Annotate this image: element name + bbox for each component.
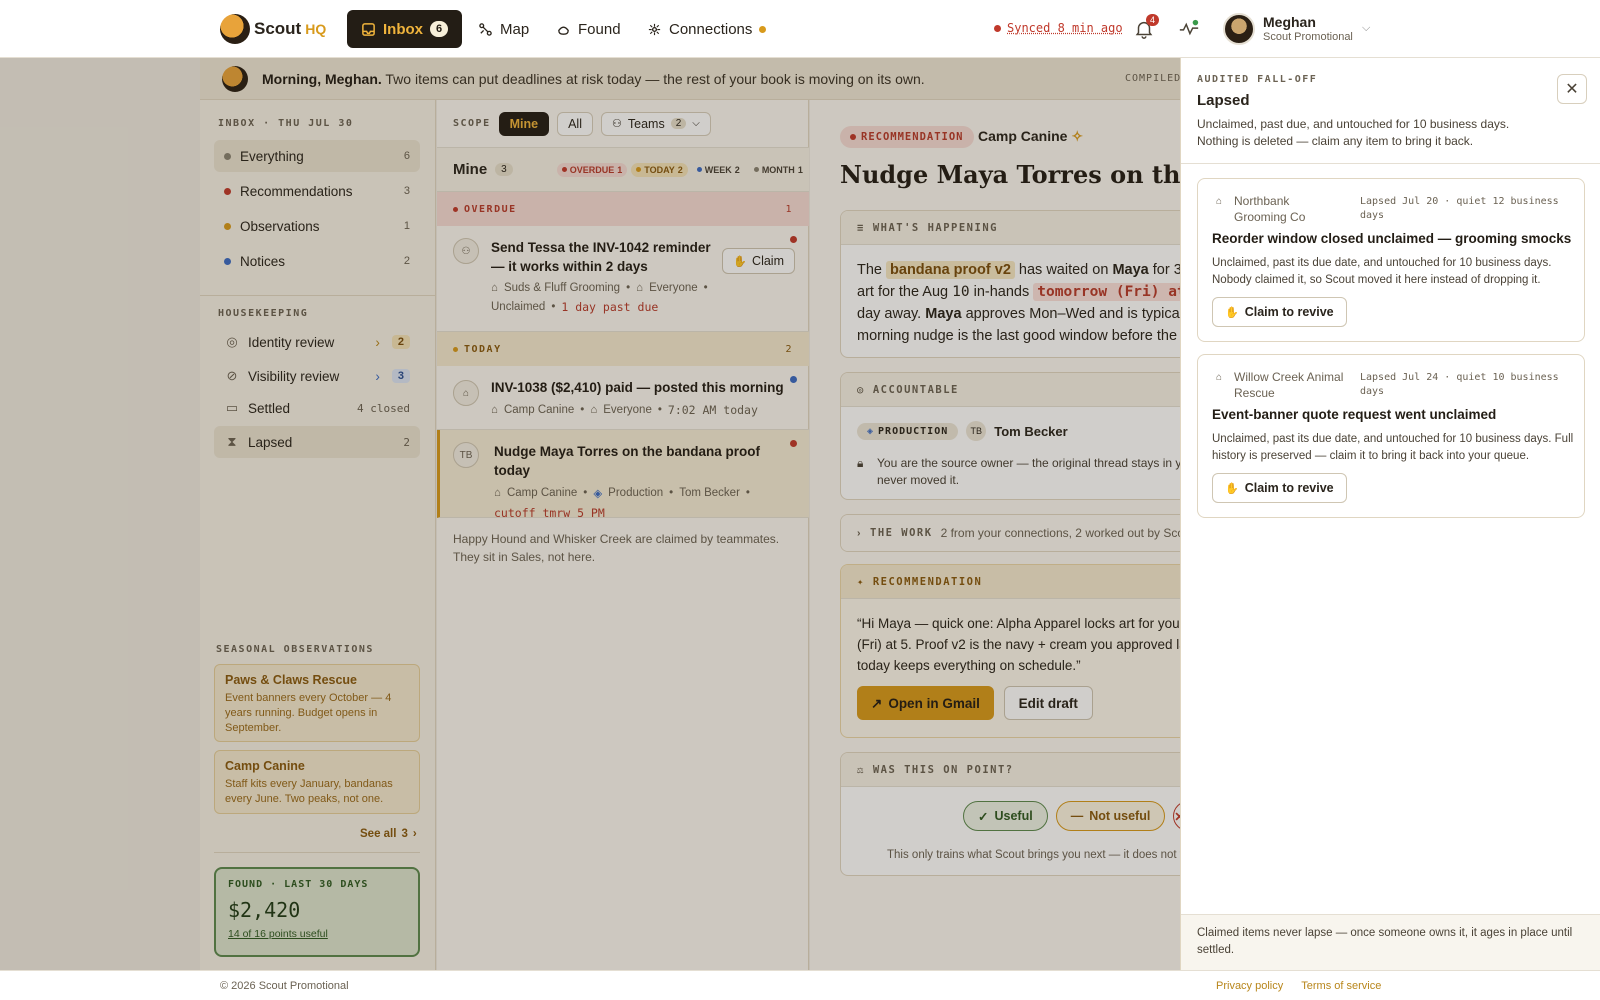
lapsed-desc: Unclaimed, past its due date, and untouc… xyxy=(1212,433,1574,462)
tab-inbox[interactable]: Inbox 6 xyxy=(347,10,463,48)
tab-found-label: Found xyxy=(578,20,621,38)
tab-found[interactable]: Found xyxy=(542,10,635,48)
claim-to-revive-button[interactable]: ✋ Claim to revive xyxy=(1212,473,1347,503)
drawer-desc: Unclaimed, past due, and untouched for 1… xyxy=(1197,117,1510,148)
map-route-icon xyxy=(479,22,492,36)
lapsed-item: ⌂ Willow Creek Animal Rescue Lapsed Jul 2… xyxy=(1197,354,1585,518)
lapsed-when: Lapsed Jul 24 · quiet 10 business days xyxy=(1360,372,1559,397)
tab-inbox-label: Inbox xyxy=(383,20,423,38)
user-org: Scout Promotional xyxy=(1263,31,1353,43)
sync-status[interactable]: Synced 8 min ago xyxy=(994,21,1123,35)
close-icon: ✕ xyxy=(1565,81,1579,98)
activity-pulse-icon[interactable] xyxy=(1178,18,1200,40)
sync-text: Synced 8 min ago xyxy=(1007,21,1123,35)
claim-to-revive-button[interactable]: ✋ Claim to revive xyxy=(1212,297,1347,327)
tab-connections[interactable]: Connections xyxy=(633,10,780,48)
tab-map-label: Map xyxy=(500,20,530,38)
user-name: Meghan xyxy=(1263,14,1316,30)
hand-icon: ✋ xyxy=(1225,482,1239,495)
lapsed-item: ⌂ Northbank Grooming Co Lapsed Jul 20 · q… xyxy=(1197,178,1585,342)
inbox-count-badge: 6 xyxy=(430,21,449,37)
brand-name: Scout xyxy=(254,19,302,38)
inbox-icon xyxy=(362,22,375,36)
building-icon: ⌂ xyxy=(1216,196,1223,207)
drawer-eyebrow: AUDITED FALL-OFF xyxy=(1197,74,1318,85)
user-avatar[interactable] xyxy=(1223,13,1255,45)
lapsed-desc: Unclaimed, past its due date, and untouc… xyxy=(1212,257,1552,286)
logo[interactable]: Scout HQ xyxy=(220,14,326,44)
tiger-logo-icon xyxy=(220,14,250,44)
source-name: Willow Creek Animal Rescue xyxy=(1234,370,1344,400)
lapsed-title: Event-banner quote request went unclaime… xyxy=(1212,407,1497,422)
lapsed-drawer: AUDITED FALL-OFF Lapsed Unclaimed, past … xyxy=(1180,58,1600,970)
lapsed-when: Lapsed Jul 20 · quiet 12 business days xyxy=(1360,196,1559,221)
chevron-down-icon[interactable]: ⌵ xyxy=(1362,22,1370,35)
top-nav: Scout HQ Inbox 6 Map Found Connections S… xyxy=(0,0,1600,58)
drawer-footnote: Claimed items never lapse — once someone… xyxy=(1181,914,1600,970)
privacy-link[interactable]: Privacy policy xyxy=(1216,980,1283,992)
pawprint-icon xyxy=(558,26,569,35)
hand-icon: ✋ xyxy=(1225,306,1239,319)
lapsed-source: ⌂ Willow Creek Animal Rescue xyxy=(1216,369,1344,401)
lapsed-source: ⌂ Northbank Grooming Co xyxy=(1216,193,1344,225)
close-drawer-button[interactable]: ✕ xyxy=(1557,74,1587,104)
lapsed-title: Reorder window closed unclaimed — groomi… xyxy=(1212,231,1572,246)
modal-backdrop[interactable] xyxy=(0,58,1180,970)
drawer-title: Lapsed xyxy=(1197,92,1250,109)
revive-label: Claim to revive xyxy=(1244,305,1334,319)
notification-count: 4 xyxy=(1146,14,1160,26)
sync-dot xyxy=(994,24,1001,32)
terms-link[interactable]: Terms of service xyxy=(1301,980,1381,992)
tab-connections-label: Connections xyxy=(669,20,753,38)
revive-label: Claim to revive xyxy=(1244,481,1334,495)
connections-alert-dot xyxy=(759,25,767,33)
page-footer: © 2026 Scout Promotional Privacy policy … xyxy=(0,970,1600,1000)
drawer-header: AUDITED FALL-OFF Lapsed Unclaimed, past … xyxy=(1181,58,1600,164)
brand-suffix: HQ xyxy=(305,21,327,37)
tab-map[interactable]: Map xyxy=(464,10,543,48)
connections-icon xyxy=(648,23,661,35)
copyright: © 2026 Scout Promotional xyxy=(220,980,349,992)
source-name: Northbank Grooming Co xyxy=(1234,194,1306,224)
building-icon: ⌂ xyxy=(1216,372,1223,383)
